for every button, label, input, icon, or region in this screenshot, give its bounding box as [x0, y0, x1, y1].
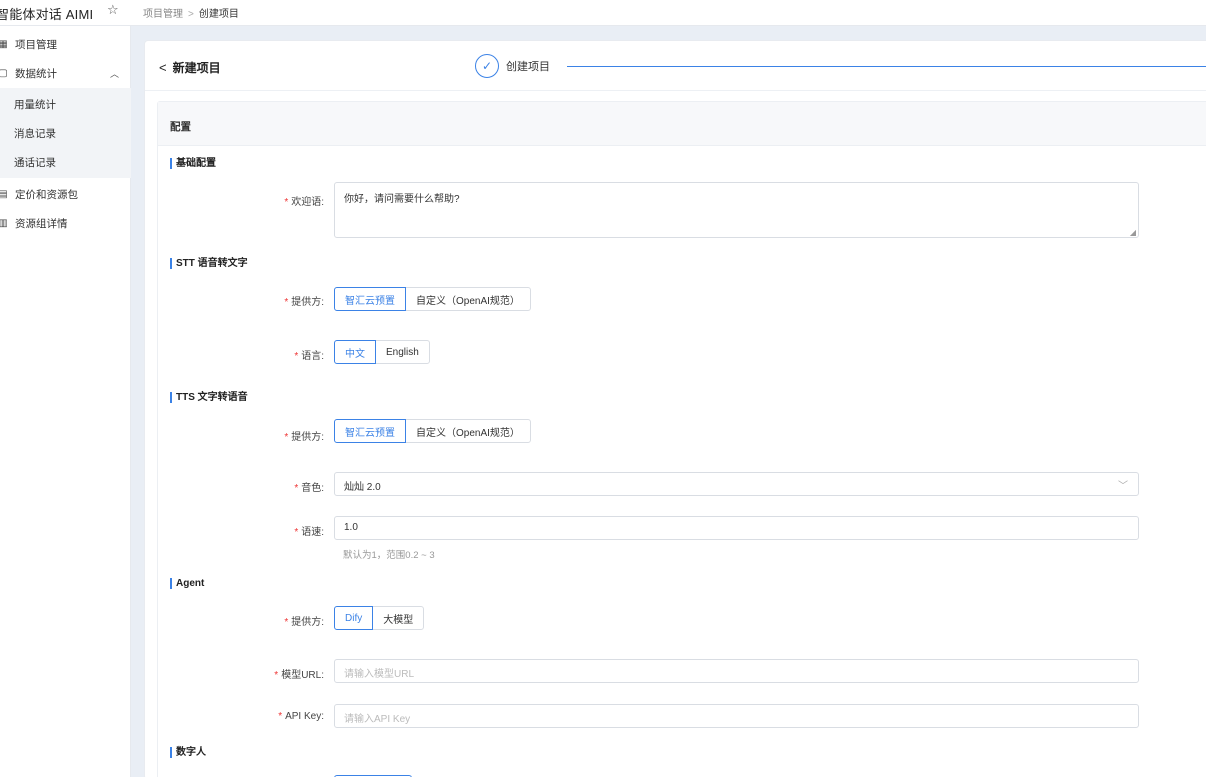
sidebar-item-pricing[interactable]: ▤ 定价和资源包 [0, 180, 131, 208]
star-icon[interactable]: ☆ [107, 2, 119, 18]
group-title-agent: Agent [170, 578, 204, 589]
model-url-label: * 模型URL: [274, 670, 324, 681]
step-label: 创建项目 [506, 61, 550, 73]
sidebar-subitem-calls[interactable]: 通话记录 [14, 155, 56, 170]
api-key-placeholder: 请输入API Key [344, 714, 411, 725]
sidebar-item-resource-group[interactable]: ▥ 资源组详情 [0, 209, 131, 237]
check-circle-icon: ✓ [475, 54, 499, 78]
chevron-down-icon: ﹀ [1118, 481, 1128, 492]
grid-icon: ▦ [0, 38, 8, 50]
sidebar: ▦ 项目管理 ▢ 数据统计 ︿ 用量统计 消息记录 通话记录 ▤ 定价和资源包 … [0, 26, 131, 777]
stt-provider-custom-button[interactable]: 自定义（OpenAI规范） [405, 287, 531, 311]
speed-hint: 默认为1，范围0.2 ~ 3 [343, 550, 435, 561]
main-card: < 新建项目 ✓ 创建项目 配置 基础配置 * 欢迎语: 你好，请问需要什么帮助?… [144, 40, 1206, 777]
sidebar-item-label: 定价和资源包 [15, 188, 78, 201]
model-url-placeholder: 请输入模型URL [344, 669, 415, 680]
stt-language-group: 中文 English [334, 340, 430, 364]
tts-voice-label: * 音色: [294, 483, 324, 494]
chat-icon: ▢ [0, 67, 8, 79]
tts-provider-group: 智汇云预置 自定义（OpenAI规范） [334, 419, 531, 443]
sidebar-subitem-messages[interactable]: 消息记录 [14, 126, 56, 141]
tag-icon: ▤ [0, 188, 8, 200]
sidebar-item-label: 项目管理 [15, 38, 57, 51]
app-title: 智能体对话 AIMI [0, 7, 94, 22]
config-section: 配置 基础配置 * 欢迎语: 你好，请问需要什么帮助? ◢ STT 语音转文字 *… [157, 101, 1206, 777]
api-key-input[interactable]: 请输入API Key [334, 704, 1139, 728]
page-title: 新建项目 [172, 61, 221, 75]
breadcrumb: 项目管理 > 创建项目 [143, 5, 239, 20]
welcome-textarea[interactable]: 你好，请问需要什么帮助? ◢ [334, 182, 1139, 238]
welcome-label: * 欢迎语: [284, 197, 324, 208]
stt-language-label: * 语言: [294, 351, 324, 362]
back-button[interactable]: < 新建项目 [159, 59, 221, 76]
breadcrumb-parent[interactable]: 项目管理 [143, 9, 183, 20]
speed-value: 1.0 [344, 522, 358, 533]
sidebar-item-data-statistics[interactable]: ▢ 数据统计 ︿ [0, 59, 131, 87]
model-url-input[interactable]: 请输入模型URL [334, 659, 1139, 683]
tts-provider-custom-button[interactable]: 自定义（OpenAI规范） [405, 419, 531, 443]
section-header: 配置 [158, 102, 1206, 146]
speed-input[interactable]: 1.0 [334, 516, 1139, 540]
group-title-stt: STT 语音转文字 [170, 258, 248, 269]
language-en-button[interactable]: English [375, 340, 430, 364]
language-zh-button[interactable]: 中文 [334, 340, 376, 364]
section-title: 配置 [170, 121, 191, 133]
sidebar-item-label: 数据统计 [15, 67, 57, 80]
breadcrumb-separator: > [188, 9, 194, 20]
tts-provider-preset-button[interactable]: 智汇云预置 [334, 419, 406, 443]
group-title-tts: TTS 文字转语音 [170, 392, 248, 403]
breadcrumb-current: 创建项目 [198, 9, 239, 20]
group-title-basic: 基础配置 [170, 158, 216, 169]
agent-llm-button[interactable]: 大模型 [372, 606, 425, 630]
submenu: 用量统计 消息记录 通话记录 [0, 88, 131, 178]
sidebar-item-label: 资源组详情 [15, 217, 68, 230]
sidebar-item-project-management[interactable]: ▦ 项目管理 [0, 30, 131, 58]
tts-provider-label: * 提供方: [284, 432, 324, 443]
top-bar: 智能体对话 AIMI ☆ 项目管理 > 创建项目 [0, 0, 1206, 26]
agent-dify-button[interactable]: Dify [334, 606, 374, 630]
resize-handle-icon[interactable]: ◢ [1130, 228, 1136, 237]
chevron-left-icon: < [159, 60, 167, 75]
welcome-value: 你好，请问需要什么帮助? [344, 194, 460, 205]
tts-speed-label: * 语速: [294, 527, 324, 538]
divider [145, 90, 1206, 91]
step-progress-line [567, 66, 1206, 67]
agent-provider-label: * 提供方: [284, 617, 324, 628]
sidebar-subitem-usage[interactable]: 用量统计 [14, 97, 56, 112]
required-mark: * [284, 197, 289, 208]
stt-provider-group: 智汇云预置 自定义（OpenAI规范） [334, 287, 531, 311]
stt-provider-label: * 提供方: [284, 297, 324, 308]
voice-select[interactable]: 灿灿 2.0 ﹀ [334, 472, 1139, 496]
chevron-up-icon[interactable]: ︿ [110, 67, 119, 80]
api-key-label: * API Key: [278, 711, 324, 722]
agent-provider-group: Dify 大模型 [334, 606, 425, 630]
voice-value: 灿灿 2.0 [344, 482, 381, 493]
group-title-digital-human: 数字人 [170, 747, 206, 758]
building-icon: ▥ [0, 217, 8, 229]
stt-provider-preset-button[interactable]: 智汇云预置 [334, 287, 406, 311]
